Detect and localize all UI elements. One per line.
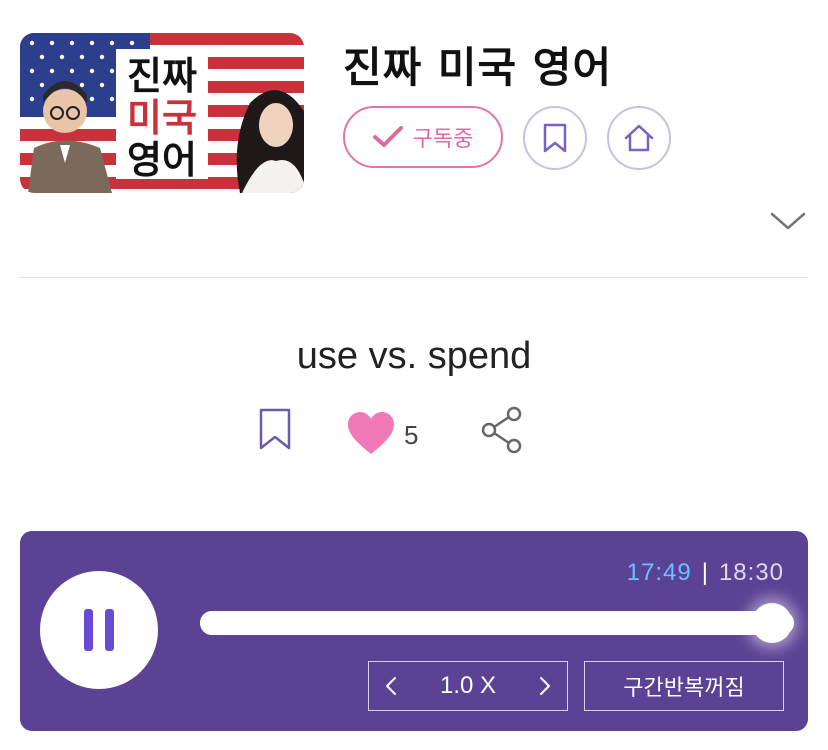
section-repeat-button[interactable]: 구간반복꺼짐 — [584, 661, 784, 711]
speed-value: 1.0 X — [439, 672, 497, 699]
time-display: 17:49 | 18:30 — [627, 559, 784, 587]
divider — [20, 277, 808, 278]
home-button[interactable] — [607, 106, 671, 170]
subscribe-button[interactable]: 구독중 — [343, 106, 503, 168]
bookmark-program-button[interactable] — [523, 106, 587, 170]
progress-handle[interactable] — [752, 603, 793, 643]
thumbnail-text-3: 영어 — [127, 138, 197, 182]
thumbnail-text-1: 진짜 — [127, 54, 197, 98]
program-header: 진짜 미국 영어 진짜 미국 영어 구독중 — [0, 0, 828, 278]
playback-speed-control: 1.0 X — [368, 661, 568, 711]
bookmark-icon — [543, 123, 567, 153]
audio-player: 17:49 | 18:30 1.0 X 구간반복꺼짐 — [20, 531, 808, 731]
total-time: 18:30 — [718, 559, 784, 586]
check-icon — [372, 126, 403, 147]
share-icon[interactable] — [480, 406, 524, 454]
home-icon — [624, 124, 654, 152]
heart-icon[interactable] — [346, 410, 396, 456]
progress-slider[interactable] — [200, 603, 794, 643]
episode-title: use vs. spend — [296, 335, 532, 377]
subscribe-label: 구독중 — [412, 127, 474, 152]
progress-fill — [200, 611, 773, 635]
program-title: 진짜 미국 영어 — [343, 43, 613, 92]
bookmark-icon[interactable] — [259, 406, 291, 450]
pause-icon — [84, 609, 93, 651]
chevron-left-icon[interactable] — [383, 675, 399, 697]
time-separator: | — [701, 559, 709, 586]
thumbnail-text-2: 미국 — [127, 96, 197, 140]
current-time: 17:49 — [626, 559, 692, 586]
program-thumbnail[interactable]: 진짜 미국 영어 — [20, 33, 304, 193]
like-count: 5 — [404, 420, 419, 450]
chevron-right-icon[interactable] — [537, 675, 553, 697]
chevron-down-icon[interactable] — [770, 210, 806, 232]
pause-button[interactable] — [40, 571, 158, 689]
